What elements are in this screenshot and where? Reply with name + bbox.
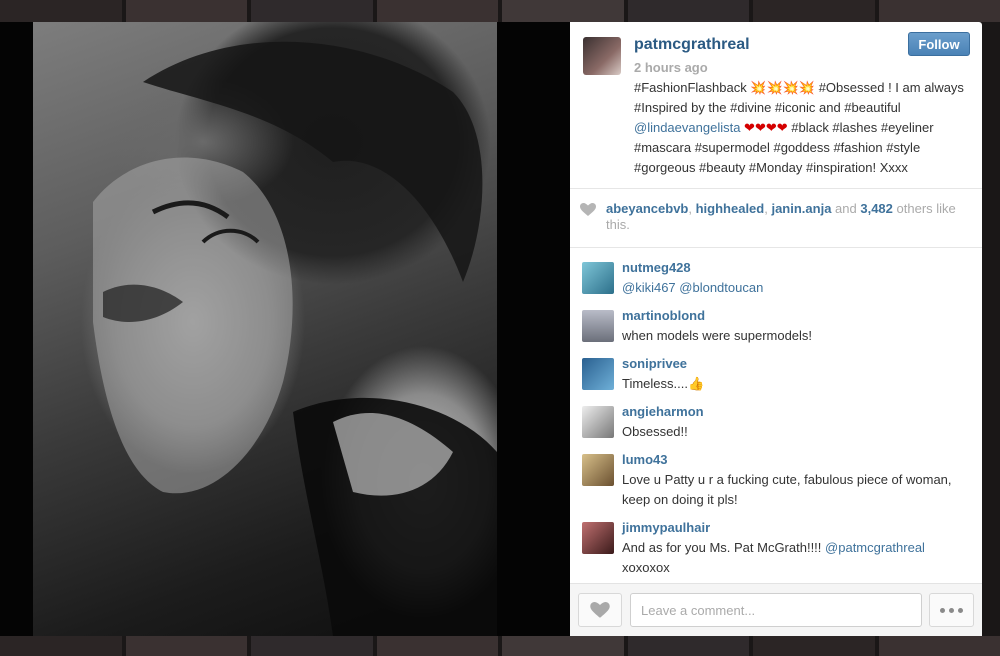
background-tile	[0, 636, 122, 656]
background-tile	[125, 636, 247, 656]
comment-username[interactable]: sonipriveе	[622, 356, 687, 371]
post-photo[interactable]	[33, 22, 497, 636]
avatar[interactable]	[582, 358, 614, 390]
list-item: angieharmon Obsessed!!	[582, 404, 972, 444]
background-tile	[125, 0, 247, 22]
post-header: patmcgrathreal 2 hours ago Follow #Fashi…	[570, 22, 982, 189]
more-dots-icon	[958, 607, 963, 613]
background-tile	[753, 0, 875, 22]
background-tile	[376, 0, 498, 22]
caption-mention[interactable]: @lindaevangelista	[634, 120, 740, 135]
avatar[interactable]	[582, 454, 614, 486]
comment-input[interactable]	[630, 593, 922, 627]
comment-text: when models were supermodels!	[622, 326, 972, 346]
more-options-button[interactable]	[929, 593, 974, 627]
more-dots-icon	[940, 607, 945, 613]
likes-and: and	[831, 201, 861, 216]
likes-count[interactable]: 3,482	[860, 201, 893, 216]
background-grid-top	[0, 0, 1000, 22]
comment-body: Obsessed!!	[622, 424, 688, 439]
comment-mention[interactable]: @patmcgrathreal	[825, 540, 925, 555]
background-grid-bottom	[0, 636, 1000, 656]
avatar[interactable]	[582, 522, 614, 554]
caption-text: #FashionFlashback	[634, 80, 751, 95]
comment-username[interactable]: jimmypaulhair	[622, 520, 710, 535]
likes-separator: ,	[688, 201, 696, 216]
follow-button[interactable]: Follow	[908, 32, 970, 56]
list-item: lumo43 Love u Patty u r a fucking cute, …	[582, 452, 972, 512]
likes-text: abeyancebvb, highhealed, janin.anja and …	[606, 201, 966, 233]
comment-username[interactable]: martinoblond	[622, 308, 705, 323]
list-item: jimmypaulhair And as for you Ms. Pat McG…	[582, 520, 972, 580]
liker-link[interactable]: highhealed	[696, 201, 765, 216]
background-tile	[0, 0, 122, 22]
avatar[interactable]	[582, 310, 614, 342]
comment-username[interactable]: nutmeg428	[622, 260, 691, 275]
like-button[interactable]	[578, 593, 622, 627]
more-dots-icon	[949, 607, 954, 613]
background-tile	[878, 636, 1000, 656]
background-tile	[627, 0, 749, 22]
comment-body: And as for you Ms. Pat McGrath!!!!	[622, 540, 826, 555]
photo-illustration	[93, 41, 497, 636]
avatar[interactable]	[583, 37, 621, 75]
comment-text: And as for you Ms. Pat McGrath!!!! @patm…	[622, 538, 972, 578]
post-caption: #FashionFlashback 💥💥💥💥 #Obsessed ! I am …	[634, 78, 974, 178]
list-item: nutmeg428 @kiki467 @blondtoucan	[582, 260, 972, 300]
avatar[interactable]	[582, 262, 614, 294]
post-timestamp[interactable]: 2 hours ago	[634, 60, 708, 75]
heart-icon	[590, 601, 610, 618]
liker-link[interactable]: abeyancebvb	[606, 201, 688, 216]
background-tile	[753, 636, 875, 656]
background-tile	[251, 0, 373, 22]
comment-text: Obsessed!!	[622, 422, 972, 442]
background-tile	[251, 636, 373, 656]
comment-body: Love u Patty u r a fucking cute, fabulou…	[622, 472, 952, 507]
comment-body: when models were supermodels!	[622, 328, 813, 343]
post-username[interactable]: patmcgrathreal	[634, 36, 750, 54]
caption-hearts: ❤❤❤❤	[740, 120, 792, 135]
comment-username[interactable]: lumo43	[622, 452, 668, 467]
caption-emoji: 💥💥💥💥	[750, 80, 816, 95]
list-item: sonipriveе Timeless....👍	[582, 356, 972, 396]
background-tile	[878, 0, 1000, 22]
heart-icon	[580, 203, 596, 216]
comment-text: Timeless....👍	[622, 374, 972, 394]
comment-mention[interactable]: @kiki467 @blondtoucan	[622, 280, 763, 295]
avatar[interactable]	[582, 406, 614, 438]
comment-text: Love u Patty u r a fucking cute, fabulou…	[622, 470, 972, 510]
background-tile	[502, 636, 624, 656]
comment-body: Timeless....👍	[622, 376, 705, 391]
likes-section: abeyancebvb, highhealed, janin.anja and …	[570, 189, 982, 248]
photo-pane	[0, 22, 570, 636]
list-item: martinoblond when models were supermodel…	[582, 308, 972, 348]
comment-text: @kiki467 @blondtoucan	[622, 278, 972, 298]
post-sidebar: patmcgrathreal 2 hours ago Follow #Fashi…	[570, 22, 982, 636]
liker-link[interactable]: janin.anja	[771, 201, 831, 216]
background-tile	[627, 636, 749, 656]
comment-username[interactable]: angieharmon	[622, 404, 704, 419]
background-tile	[376, 636, 498, 656]
comment-footer	[570, 583, 982, 636]
comment-body: xoxoxox	[622, 560, 670, 575]
background-tile	[502, 0, 624, 22]
